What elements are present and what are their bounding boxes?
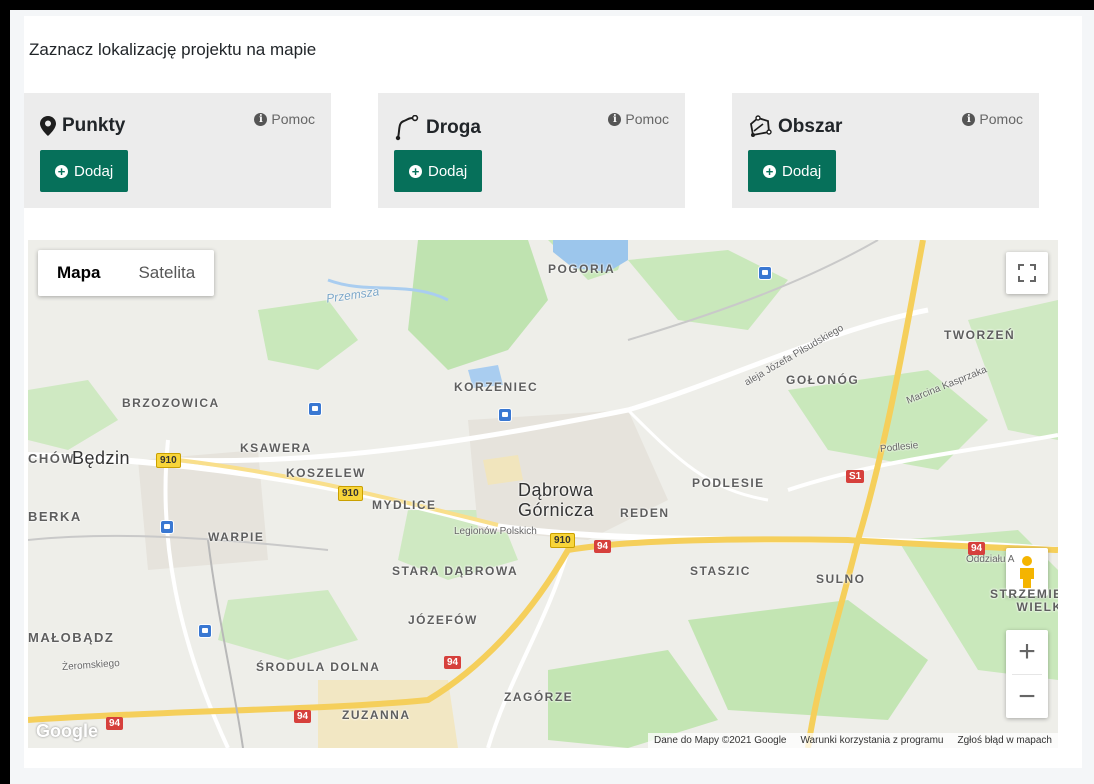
route-tool-card: Droga i Pomoc + Dodaj	[378, 93, 685, 208]
map-label-mydlice: MYDLICE	[372, 498, 437, 512]
map-terms-link[interactable]: Warunki korzystania z programu	[800, 735, 943, 746]
page-title: Zaznacz lokalizację projektu na mapie	[29, 40, 317, 59]
area-tool-title: Obszar	[748, 115, 842, 139]
map-report-error-link[interactable]: Zgłoś błąd w mapach	[958, 735, 1053, 746]
map-label-brzozowica: BRZOZOWICA	[122, 396, 220, 410]
train-station-icon	[308, 402, 322, 416]
zoom-in-button[interactable]: +	[1018, 630, 1036, 674]
road-shield-94: 94	[594, 540, 612, 553]
info-icon: i	[962, 112, 976, 126]
route-tool-title: Droga	[394, 115, 481, 141]
map-label-jozefow: JÓZEFÓW	[408, 613, 478, 627]
add-area-button[interactable]: + Dodaj	[748, 150, 837, 192]
route-help-link[interactable]: i Pomoc	[608, 111, 669, 127]
train-station-icon	[498, 408, 512, 422]
map-label-staszic: STASZIC	[690, 564, 751, 578]
map-label-bedzin: Będzin	[72, 448, 131, 468]
add-point-button[interactable]: + Dodaj	[40, 150, 129, 192]
plus-circle-icon: +	[409, 164, 422, 178]
map-type-satellite-button[interactable]: Satelita	[119, 250, 214, 296]
map-label-ksawera: KSAWERA	[240, 441, 312, 455]
plus-circle-icon: +	[55, 164, 68, 178]
points-tool-title: Punkty	[40, 115, 125, 137]
points-tool-card: Punkty i Pomoc + Dodaj	[24, 93, 331, 208]
map-label-srodula-dolna: ŚRODULA DOLNA	[256, 660, 381, 674]
fullscreen-button[interactable]	[1006, 252, 1048, 294]
map-attribution: Dane do Mapy ©2021 Google Warunki korzys…	[648, 733, 1058, 748]
map-label-dabrowa-gornicza: Dąbrowa Górnicza	[518, 480, 595, 520]
map-label-reden: REDEN	[620, 506, 670, 520]
route-tool-label: Droga	[426, 117, 481, 138]
map-type-control: Mapa Satelita	[38, 250, 215, 296]
road-shield-94: 94	[444, 656, 462, 669]
map-type-map-button[interactable]: Mapa	[38, 250, 119, 296]
map-label-sulno: SULNO	[816, 572, 866, 586]
road-shield-910: 910	[156, 453, 181, 468]
fullscreen-icon	[1018, 264, 1036, 282]
add-area-label: Dodaj	[782, 162, 822, 180]
zoom-control: + −	[1006, 630, 1048, 718]
map-label-oddzialu: Oddziału A	[966, 554, 1015, 565]
page-background: Zaznacz lokalizację projektu na mapie Pu…	[10, 10, 1094, 784]
area-help-label: Pomoc	[979, 111, 1023, 127]
map-label-zuzanna: ZUZANNA	[342, 708, 411, 722]
map-label-malobadz: MAŁOBĄDZ	[28, 630, 115, 645]
map-label-zagorze: ZAGÓRZE	[504, 690, 574, 704]
map-label-strzemieszyce: STRZEMIE WIELK	[990, 587, 1058, 614]
road-shield-94: 94	[294, 710, 312, 723]
route-help-label: Pomoc	[625, 111, 669, 127]
area-help-link[interactable]: i Pomoc	[962, 111, 1023, 127]
plus-circle-icon: +	[763, 164, 776, 178]
add-route-button[interactable]: + Dodaj	[394, 150, 483, 192]
points-tool-label: Punkty	[62, 115, 126, 136]
info-icon: i	[254, 112, 268, 126]
road-shield-910: 910	[338, 486, 363, 501]
area-tool-card: Obszar i Pomoc + Dodaj	[732, 93, 1039, 208]
google-logo: Google	[36, 721, 98, 741]
pegman-icon	[1020, 556, 1034, 588]
train-station-icon	[758, 266, 772, 280]
points-help-label: Pomoc	[271, 111, 315, 127]
add-point-label: Dodaj	[74, 162, 114, 180]
road-shield-94: 94	[968, 542, 986, 555]
road-shield-s1: S1	[846, 470, 865, 483]
area-tool-label: Obszar	[778, 116, 843, 137]
info-icon: i	[608, 112, 622, 126]
map-label-korzeniec: KORZENIEC	[454, 380, 539, 394]
map-label-berka: BERKA	[28, 509, 82, 524]
route-icon	[395, 115, 419, 141]
map-label-golonog: GOŁONÓG	[786, 373, 860, 387]
map-data-attribution: Dane do Mapy ©2021 Google	[654, 735, 787, 746]
map-label-koszelew: KOSZELEW	[286, 466, 366, 480]
map-label-chow: CHÓW	[28, 451, 76, 466]
map-label-legionow: Legionów Polskich	[454, 526, 537, 537]
map-label-stara-dabrowa: STARA DĄBROWA	[392, 564, 519, 578]
map-canvas[interactable]: Mapa Satelita + − POGORIA Przemsza TWORZ…	[28, 240, 1058, 748]
location-panel: Zaznacz lokalizację projektu na mapie Pu…	[24, 16, 1082, 768]
map-label-podlesie: PODLESIE	[692, 476, 765, 490]
road-shield-910: 910	[550, 533, 575, 548]
train-station-icon	[160, 520, 174, 534]
map-label-pogoria: POGORIA	[548, 262, 616, 276]
polygon-icon	[750, 115, 772, 137]
map-label-warpie: WARPIE	[208, 530, 265, 544]
map-marker-icon	[40, 116, 56, 136]
road-shield-94: 94	[106, 717, 124, 730]
train-station-icon	[198, 624, 212, 638]
points-help-link[interactable]: i Pomoc	[254, 111, 315, 127]
zoom-out-button[interactable]: −	[1018, 675, 1036, 718]
add-route-label: Dodaj	[428, 162, 468, 180]
map-label-tworzen: TWORZEŃ	[944, 328, 1016, 342]
